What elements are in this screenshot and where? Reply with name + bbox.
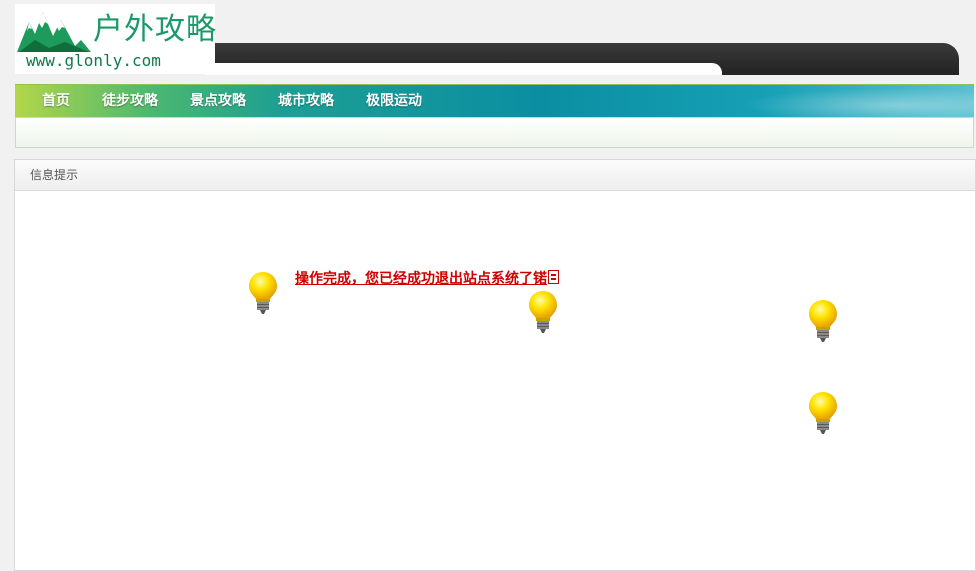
header-white-strip	[205, 63, 722, 75]
lightbulb-icon	[249, 272, 277, 314]
lightbulb-icon	[809, 392, 837, 434]
info-panel: 信息提示	[14, 159, 976, 571]
mountain-logo-icon	[17, 12, 91, 52]
nav-item-hiking[interactable]: 徒步攻略	[102, 85, 158, 118]
logo-title: 户外攻略	[93, 12, 217, 47]
site-logo[interactable]: 户外攻略 www.glonly.com	[15, 4, 217, 74]
lightbulb-icon	[529, 291, 557, 333]
main-nav: 首页 徒步攻略 景点攻略 城市攻略 极限运动	[15, 84, 974, 118]
logo-url: www.glonly.com	[26, 51, 161, 70]
logout-success-message[interactable]: 操作完成，您已经成功退出站点系统了锘	[295, 270, 559, 288]
nav-item-extreme-sports[interactable]: 极限运动	[366, 85, 422, 118]
nav-list: 首页 徒步攻略 景点攻略 城市攻略 极限运动	[15, 85, 422, 118]
nav-item-home[interactable]: 首页	[42, 85, 70, 118]
lightbulb-icon	[809, 300, 837, 342]
nav-item-attractions[interactable]: 景点攻略	[190, 85, 246, 118]
sub-nav-bar	[15, 117, 974, 148]
nav-item-cities[interactable]: 城市攻略	[278, 85, 334, 118]
redirect-glyph-icon	[548, 270, 559, 284]
page: 户外攻略 www.glonly.com 首页 徒步攻略 景点攻略 城市攻略 极限…	[0, 0, 976, 571]
panel-header: 信息提示	[15, 160, 975, 191]
message-text: 操作完成，您已经成功退出站点系统了锘	[295, 271, 547, 287]
panel-title: 信息提示	[30, 168, 79, 182]
